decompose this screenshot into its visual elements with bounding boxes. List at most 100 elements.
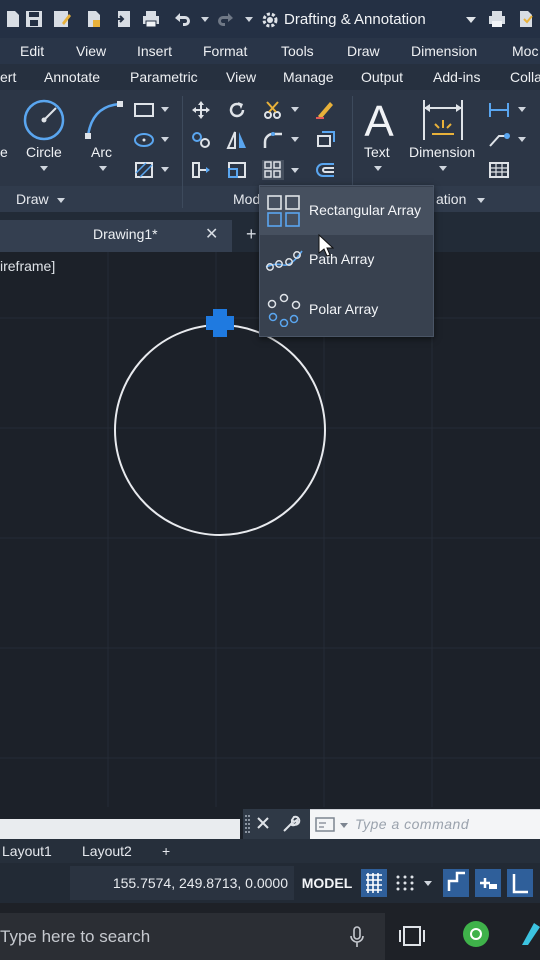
new-tab-button[interactable]: +	[246, 224, 257, 245]
hatch-tool-icon[interactable]	[133, 160, 155, 180]
leader-dropdown-icon[interactable]	[518, 137, 526, 142]
menu-format[interactable]: Format	[203, 38, 247, 64]
snap-mode-icon[interactable]	[392, 869, 418, 897]
chevron-down-icon[interactable]	[340, 823, 348, 828]
redo-icon[interactable]	[216, 9, 236, 29]
undo-icon[interactable]	[172, 9, 192, 29]
move-tool-icon[interactable]	[190, 100, 212, 120]
circle-tool-icon[interactable]	[22, 98, 66, 142]
array-tool-icon[interactable]	[262, 160, 284, 180]
menu-draw[interactable]: Draw	[347, 38, 380, 64]
visual-style-label[interactable]: ireframe]	[0, 258, 55, 274]
menu-view[interactable]: View	[76, 38, 106, 64]
mirror-tool-icon[interactable]	[226, 130, 248, 150]
circle-tool-label[interactable]: Circle	[26, 144, 62, 160]
save-icon[interactable]	[24, 9, 44, 29]
task-view-icon[interactable]	[398, 923, 426, 949]
menu-item-rectangular-array[interactable]: Rectangular Array	[260, 187, 433, 235]
infer-constraints-icon[interactable]	[443, 869, 469, 897]
command-prompt-icon[interactable]	[315, 817, 337, 833]
dimension-dropdown-icon[interactable]	[439, 166, 447, 171]
microphone-icon[interactable]	[349, 925, 365, 949]
rectangle-dropdown-icon[interactable]	[161, 107, 169, 112]
circle-dropdown-icon[interactable]	[40, 166, 48, 171]
taskbar-search-box[interactable]: Type here to search	[0, 913, 385, 960]
text-tool-icon[interactable]: A	[360, 98, 398, 142]
menu-item-path-array[interactable]: Path Array	[260, 236, 433, 284]
menu-modify[interactable]: Moc	[512, 38, 538, 64]
arc-tool-label[interactable]: Arc	[91, 144, 112, 160]
undo-dropdown-icon[interactable]	[201, 17, 209, 22]
fillet-dropdown-icon[interactable]	[291, 137, 299, 142]
tab-parametric[interactable]: Parametric	[130, 64, 198, 90]
trim-dropdown-icon[interactable]	[291, 107, 299, 112]
menu-dimension[interactable]: Dimension	[411, 38, 477, 64]
explode-tool-icon[interactable]	[314, 130, 336, 150]
dimension-tool-label[interactable]: Dimension	[409, 144, 475, 160]
open-file-icon[interactable]	[84, 9, 104, 29]
text-tool-label[interactable]: Text	[364, 144, 390, 160]
menu-edit[interactable]: Edit	[20, 38, 44, 64]
modify-panel-title[interactable]: Mod	[233, 191, 260, 207]
add-layout-button[interactable]: +	[162, 839, 170, 863]
tab-collaborate[interactable]: Colla	[510, 64, 540, 90]
save-as-icon[interactable]	[52, 9, 72, 29]
drag-handle-icon[interactable]	[245, 813, 251, 835]
erase-tool-icon[interactable]	[314, 100, 336, 120]
rotate-tool-icon[interactable]	[226, 100, 248, 120]
tab-manage[interactable]: Manage	[283, 64, 334, 90]
table-icon[interactable]	[487, 160, 511, 180]
menu-tools[interactable]: Tools	[281, 38, 314, 64]
fillet-tool-icon[interactable]	[262, 130, 284, 150]
arc-dropdown-icon[interactable]	[99, 166, 107, 171]
new-file-icon[interactable]	[3, 9, 23, 29]
linear-dimension-dropdown-icon[interactable]	[518, 107, 526, 112]
plot-icon[interactable]	[487, 9, 507, 29]
draw-panel-expand-icon[interactable]	[57, 198, 65, 203]
rectangle-tool-icon[interactable]	[133, 100, 155, 120]
workspace-switcher[interactable]: Drafting & Annotation	[258, 8, 482, 32]
tab-annotate[interactable]: Annotate	[44, 64, 100, 90]
offset-tool-icon[interactable]	[314, 160, 336, 180]
annotation-panel-title[interactable]: ation	[436, 191, 466, 207]
browser-icon[interactable]	[461, 919, 491, 949]
snap-dropdown-icon[interactable]	[424, 881, 432, 886]
tab-add-ins[interactable]: Add-ins	[433, 64, 480, 90]
tab-output[interactable]: Output	[361, 64, 403, 90]
redo-dropdown-icon[interactable]	[245, 17, 253, 22]
hatch-dropdown-icon[interactable]	[161, 167, 169, 172]
model-space-toggle[interactable]: MODEL	[296, 866, 358, 900]
arc-tool-icon[interactable]	[82, 98, 126, 142]
close-icon[interactable]	[255, 815, 271, 831]
linear-dimension-icon[interactable]	[487, 100, 511, 120]
publish-icon[interactable]	[516, 9, 536, 29]
command-input[interactable]: Type a command	[310, 809, 540, 839]
annotation-panel-expand-icon[interactable]	[477, 198, 485, 203]
app-pinned-icon[interactable]	[520, 919, 540, 949]
export-icon[interactable]	[113, 9, 133, 29]
dimension-tool-icon[interactable]	[420, 98, 466, 142]
stretch-tool-icon[interactable]	[190, 160, 212, 180]
tab-view[interactable]: View	[226, 64, 256, 90]
menu-insert[interactable]: Insert	[137, 38, 172, 64]
tab-layout2[interactable]: Layout2	[82, 839, 132, 863]
scale-tool-icon[interactable]	[226, 160, 248, 180]
tab-layout1[interactable]: Layout1	[2, 839, 52, 863]
copy-tool-icon[interactable]	[190, 130, 212, 150]
tab-insert[interactable]: ert	[0, 64, 16, 90]
draw-panel-title[interactable]: Draw	[16, 191, 49, 207]
text-dropdown-icon[interactable]	[374, 166, 382, 171]
array-dropdown-icon[interactable]	[291, 168, 299, 173]
trim-tool-icon[interactable]	[262, 100, 284, 120]
leader-icon[interactable]	[487, 130, 511, 150]
grid-display-icon[interactable]	[361, 869, 387, 897]
customize-wrench-icon[interactable]	[281, 814, 301, 834]
dynamic-input-icon[interactable]	[475, 869, 501, 897]
coordinate-readout[interactable]: 155.7574, 249.8713, 0.0000	[70, 866, 294, 900]
print-icon[interactable]	[141, 9, 161, 29]
close-icon[interactable]: ✕	[205, 224, 218, 244]
ellipse-dropdown-icon[interactable]	[161, 137, 169, 142]
ellipse-tool-icon[interactable]	[133, 130, 155, 150]
line-tool-label[interactable]: e	[0, 144, 8, 160]
tab-drawing1[interactable]: Drawing1* ✕	[0, 220, 232, 252]
